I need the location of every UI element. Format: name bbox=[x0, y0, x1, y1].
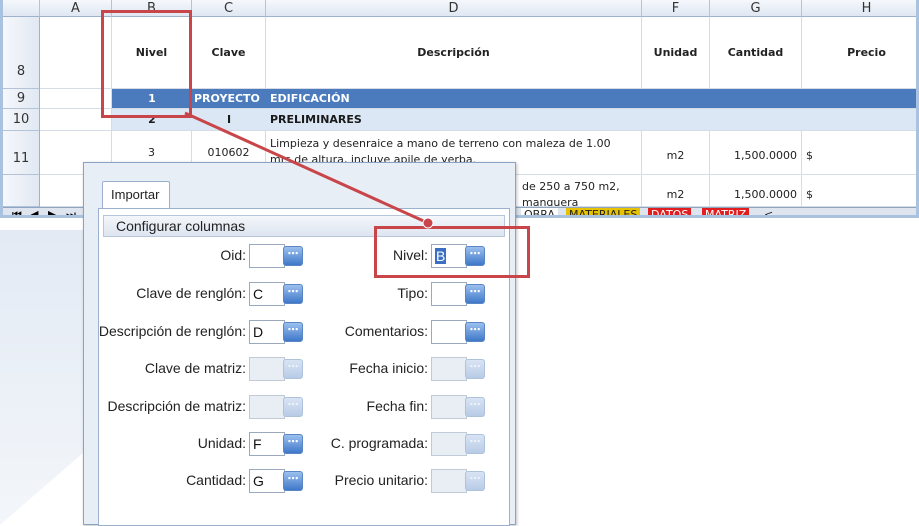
highlight-nivel-column bbox=[101, 10, 192, 118]
header-precio[interactable]: Precio bbox=[802, 17, 916, 89]
right-field-label: C. programada: bbox=[330, 435, 428, 451]
row-header-8[interactable]: 8 bbox=[3, 17, 40, 89]
ellipsis-icon[interactable]: ⋯ bbox=[465, 284, 485, 304]
header-cantidad[interactable]: Cantidad bbox=[710, 17, 802, 89]
left-field-input[interactable]: D bbox=[249, 320, 285, 344]
left-field-label: Unidad: bbox=[197, 435, 246, 451]
right-field-input[interactable] bbox=[431, 395, 467, 419]
descripcion-cell: EDIFICACIÓN bbox=[270, 92, 350, 105]
highlight-nivel-field bbox=[374, 226, 530, 278]
left-field-input[interactable] bbox=[249, 357, 285, 381]
clave-cell: I bbox=[226, 113, 232, 126]
right-field-input[interactable] bbox=[431, 469, 467, 493]
table-row[interactable]: 2 I PRELIMINARES bbox=[112, 109, 916, 131]
row-header-9[interactable]: 9 bbox=[3, 89, 40, 109]
row-header-11[interactable]: 11 bbox=[3, 131, 40, 175]
currency-symbol: $ bbox=[806, 188, 813, 201]
descripcion-cell: PRELIMINARES bbox=[270, 113, 362, 126]
column-header-f[interactable]: F bbox=[642, 0, 710, 17]
table-row[interactable]: 1 PROYECTO EDIFICACIÓN bbox=[112, 89, 916, 109]
cantidad-cell[interactable]: 1,500.0000 bbox=[710, 131, 802, 175]
ellipsis-icon[interactable]: ⋯ bbox=[465, 359, 485, 379]
tab-materiales[interactable]: MATERIALES bbox=[566, 208, 641, 215]
left-field-label: Descripción de renglón: bbox=[98, 323, 246, 339]
precio-cell[interactable]: $ - bbox=[802, 175, 916, 207]
left-field-label: Clave de renglón: bbox=[136, 285, 246, 301]
right-field-input[interactable] bbox=[431, 432, 467, 456]
right-field-label: Fecha inicio: bbox=[349, 360, 428, 376]
next-sheet-icon[interactable]: ▶ bbox=[45, 208, 59, 215]
left-field-input[interactable]: G bbox=[249, 469, 285, 493]
right-field-input[interactable] bbox=[431, 357, 467, 381]
precio-cell[interactable]: $ - bbox=[802, 131, 916, 175]
left-field-label: Oid: bbox=[220, 247, 246, 263]
tab-matriz[interactable]: MATRIZ bbox=[702, 208, 750, 215]
header-clave[interactable]: Clave bbox=[192, 17, 266, 89]
right-field-input[interactable] bbox=[431, 282, 467, 306]
left-field-label: Clave de matriz: bbox=[144, 360, 246, 376]
tab-scroll-left-icon[interactable]: < bbox=[761, 208, 776, 215]
right-field-label: Comentarios: bbox=[344, 323, 428, 339]
tab-datos[interactable]: DATOS bbox=[648, 208, 692, 215]
ellipsis-icon[interactable]: ⋯ bbox=[465, 471, 485, 491]
row-header-12[interactable] bbox=[3, 175, 40, 207]
right-field-label: Fecha fin: bbox=[366, 398, 428, 414]
first-sheet-icon[interactable]: ⏮ bbox=[9, 208, 25, 215]
currency-symbol: $ bbox=[806, 149, 813, 162]
descripcion-line: Limpieza y desenraice a mano de terreno … bbox=[270, 137, 611, 150]
right-field-label: Tipo: bbox=[397, 285, 428, 301]
ellipsis-icon[interactable]: ⋯ bbox=[465, 322, 485, 342]
unidad-cell[interactable]: m2 bbox=[642, 131, 710, 175]
right-field-label: Precio unitario: bbox=[334, 472, 428, 488]
tab-importar[interactable]: Importar bbox=[102, 181, 170, 209]
cantidad-cell[interactable]: 1,500.0000 bbox=[710, 175, 802, 207]
left-field-label: Cantidad: bbox=[186, 472, 246, 488]
left-field-input[interactable]: F bbox=[249, 432, 285, 456]
header-descripcion[interactable]: Descripción bbox=[266, 17, 642, 89]
prev-sheet-icon[interactable]: ◀ bbox=[27, 208, 41, 215]
corner-header[interactable] bbox=[3, 0, 40, 17]
column-header-c[interactable]: C bbox=[192, 0, 266, 17]
clave-cell: PROYECTO bbox=[194, 92, 260, 105]
column-header-d[interactable]: D bbox=[266, 0, 642, 17]
ellipsis-icon[interactable]: ⋯ bbox=[465, 434, 485, 454]
tab-obra[interactable]: OBRA bbox=[521, 208, 558, 215]
left-field-input[interactable]: C bbox=[249, 282, 285, 306]
right-field-input[interactable] bbox=[431, 320, 467, 344]
last-sheet-icon[interactable]: ⏭ bbox=[63, 208, 79, 215]
left-field-input[interactable] bbox=[249, 395, 285, 419]
left-field-input[interactable] bbox=[249, 244, 285, 268]
ellipsis-icon[interactable]: ⋯ bbox=[465, 397, 485, 417]
unidad-cell[interactable]: m2 bbox=[642, 175, 710, 207]
row-header-10[interactable]: 10 bbox=[3, 109, 40, 131]
left-field-label: Descripción de matriz: bbox=[107, 398, 247, 414]
header-unidad[interactable]: Unidad bbox=[642, 17, 710, 89]
column-header-g[interactable]: G bbox=[710, 0, 802, 17]
column-header-h[interactable]: H bbox=[802, 0, 916, 17]
